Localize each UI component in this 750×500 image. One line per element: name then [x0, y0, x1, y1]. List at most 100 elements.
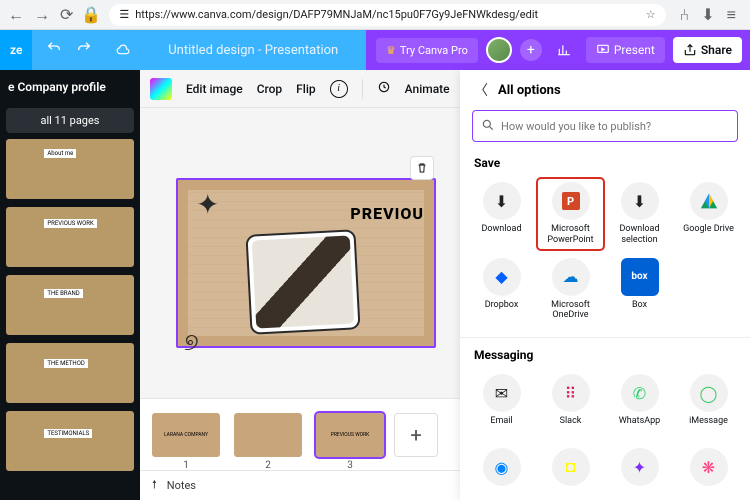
sidebar-thumb[interactable]: About me — [6, 139, 134, 199]
animate-button[interactable]: Animate — [405, 82, 450, 96]
slide[interactable]: PREVIOU ୭ — [176, 178, 436, 348]
delete-button[interactable] — [410, 156, 434, 180]
option-label: WhatsApp — [619, 416, 660, 436]
color-picker[interactable] — [150, 78, 172, 100]
reload-icon[interactable]: ⟳ — [60, 5, 73, 25]
search-icon — [481, 117, 495, 136]
back-icon[interactable]: 〈 — [474, 80, 488, 100]
messaging-option[interactable]: ✉ Email — [468, 370, 535, 440]
save-option[interactable]: ☁ Microsoft OneDrive — [537, 254, 604, 326]
option-icon: ⬇ — [621, 182, 659, 220]
info-icon[interactable]: i — [330, 80, 348, 98]
try-pro-button[interactable]: ♛Try Canva Pro — [376, 38, 478, 63]
option-icon: ☁ — [552, 258, 590, 296]
page-number: 3 — [347, 460, 353, 471]
page-number: 2 — [265, 460, 271, 471]
messaging-option[interactable]: ❋ — [675, 444, 742, 500]
save-option[interactable]: Google Drive — [675, 178, 742, 250]
insights-icon[interactable] — [550, 36, 578, 64]
save-option[interactable]: boxBox — [606, 254, 673, 326]
ext-icon[interactable]: ⑃ — [680, 5, 690, 25]
option-icon: ❋ — [690, 448, 728, 486]
forward-icon[interactable]: → — [34, 5, 50, 25]
option-label: Microsoft PowerPoint — [537, 224, 604, 246]
resize-button[interactable]: ze — [0, 30, 32, 70]
filmstrip-thumb[interactable] — [234, 413, 302, 457]
messaging-option[interactable]: ⠿Slack — [537, 370, 604, 440]
option-icon: ✆ — [621, 374, 659, 412]
avatar[interactable] — [486, 37, 512, 63]
sidebar-thumb[interactable]: PREVIOUS WORK — [6, 207, 134, 267]
doc-title[interactable]: Untitled design - Presentation — [168, 43, 338, 58]
page-number: 1 — [183, 460, 189, 471]
add-member-button[interactable]: + — [520, 39, 542, 61]
divider — [362, 79, 363, 99]
save-option[interactable]: ⬇ Download selection — [606, 178, 673, 250]
publish-search[interactable] — [472, 110, 738, 142]
url-bar[interactable]: ☰ https://www.canva.com/design/DAFP79MNJ… — [109, 4, 665, 26]
cloud-sync-icon[interactable] — [106, 41, 140, 60]
option-label: Microsoft OneDrive — [537, 300, 604, 322]
photo-frame[interactable] — [245, 229, 360, 335]
option-label: Slack — [560, 416, 582, 436]
save-option[interactable]: P Microsoft PowerPoint — [537, 178, 604, 250]
crown-icon: ♛ — [386, 44, 396, 57]
divider — [460, 337, 750, 338]
crop-button[interactable]: Crop — [257, 82, 282, 96]
option-label: Box — [632, 300, 647, 320]
messaging-option[interactable]: ◯iMessage — [675, 370, 742, 440]
option-icon: ✦ — [621, 448, 659, 486]
panel-header: 〈 All options — [460, 70, 750, 110]
sparkle-icon — [196, 188, 226, 218]
back-icon[interactable]: ← — [8, 5, 24, 25]
messaging-option[interactable]: ✦ — [606, 444, 673, 500]
sidebar-thumb[interactable]: THE METHOD — [6, 343, 134, 403]
add-page-button[interactable]: + — [394, 413, 438, 457]
panel-title: All options — [498, 83, 561, 98]
messaging-option[interactable]: ✆ WhatsApp — [606, 370, 673, 440]
option-icon: P — [552, 182, 590, 220]
present-button[interactable]: Present — [586, 37, 665, 63]
all-pages-button[interactable]: all 11 pages — [6, 108, 134, 133]
url-text: https://www.canva.com/design/DAFP79MNJaM… — [135, 8, 640, 21]
share-button[interactable]: Share — [673, 37, 742, 63]
option-icon: ✉ — [483, 374, 521, 412]
save-option[interactable]: ◆ Dropbox — [468, 254, 535, 326]
search-input[interactable] — [501, 120, 729, 133]
option-label: Email — [490, 416, 512, 436]
notes-icon[interactable]: 🠕 — [152, 476, 157, 495]
sidebar-thumb[interactable]: THE BRAND — [6, 275, 134, 335]
menu-icon[interactable]: ≡ — [727, 5, 736, 25]
lock-icon: 🔒 — [81, 5, 101, 24]
sidebar-title: e Company profile — [0, 70, 140, 102]
photo — [252, 235, 354, 328]
sidebar: e Company profile all 11 pages About me P… — [0, 70, 140, 500]
option-label: Dropbox — [485, 300, 519, 320]
undo-icon[interactable] — [46, 40, 62, 60]
download-icon[interactable]: ⬇ — [701, 5, 714, 25]
browser-chrome: ← → ⟳ 🔒 ☰ https://www.canva.com/design/D… — [0, 0, 750, 30]
messaging-option[interactable]: ◉ — [468, 444, 535, 500]
notes-button[interactable]: Notes — [167, 479, 196, 492]
slide-title: PREVIOU — [350, 204, 424, 223]
share-panel: 〈 All options Save ⬇ Download P Microsoft P… — [460, 70, 750, 500]
option-icon: ◉ — [483, 448, 521, 486]
option-label: Download — [481, 224, 521, 244]
edit-image-button[interactable]: Edit image — [186, 82, 243, 96]
flip-button[interactable]: Flip — [296, 82, 315, 96]
filmstrip-thumb[interactable]: PREVIOUS WORK — [316, 413, 384, 457]
redo-icon[interactable] — [76, 40, 92, 60]
option-icon — [690, 182, 728, 220]
right-bar: ♛Try Canva Pro + Present Share — [366, 30, 750, 70]
filmstrip-thumb[interactable]: LARANA COMPANY — [152, 413, 220, 457]
sidebar-thumb[interactable]: TESTIMONIALS — [6, 411, 134, 471]
option-icon: ⬇ — [483, 182, 521, 220]
save-section-label: Save — [460, 152, 750, 178]
option-label: Download selection — [606, 224, 673, 246]
option-label: Google Drive — [683, 224, 734, 244]
save-option[interactable]: ⬇ Download — [468, 178, 535, 250]
option-icon: ◘ — [552, 448, 590, 486]
bookmark-icon[interactable]: ☆ — [646, 8, 656, 21]
option-icon: ◆ — [483, 258, 521, 296]
messaging-option[interactable]: ◘ — [537, 444, 604, 500]
